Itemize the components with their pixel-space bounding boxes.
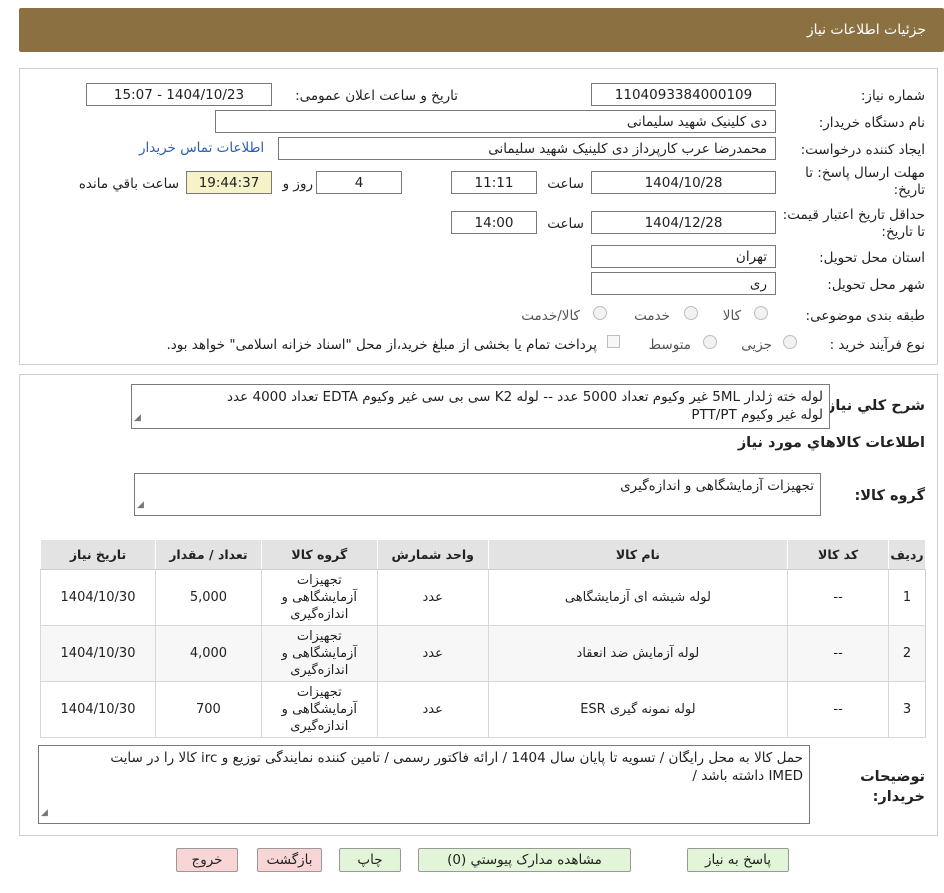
notes-line-1: حمل کالا به محل رایگان / تسویه تا پایان …	[110, 750, 803, 766]
days-field: 4	[316, 171, 402, 194]
resize-grip-icon[interactable]: ◢	[41, 804, 48, 822]
cell-group: تجهیزات آزمایشگاهی و اندازه‌گیری	[260, 569, 378, 626]
col-unit: واحد شمارش	[376, 539, 489, 570]
process-medium-label: متوسط	[648, 337, 691, 353]
resize-grip-icon[interactable]: ◢	[134, 409, 141, 427]
cell-group: تجهیزات آزمایشگاهی و اندازه‌گیری	[260, 625, 378, 682]
cell-qty: 4,000	[155, 625, 262, 682]
category-label: طبقه بندی موضوعی:	[805, 308, 925, 324]
category-goods-label: کالا	[722, 308, 741, 324]
buyer-notes-label: توضیحات خریدار:	[860, 769, 925, 805]
remaining-label: ساعت باقي مانده	[78, 176, 179, 192]
creator-field: محمدرضا عرب کارپرداز دی کلینیک شهید سلیم…	[278, 137, 776, 160]
buyer-org-label: نام دستگاه خریدار:	[818, 115, 925, 131]
validity-time-label: ساعت	[547, 216, 584, 232]
table-row: 3 -- لوله نمونه گیری ESR عدد تجهیزات آزما…	[40, 681, 926, 738]
process-medium-radio[interactable]	[703, 335, 717, 349]
cell-qty: 5,000	[155, 569, 262, 626]
table-header-row: ردیف کد کالا نام کالا واحد شمارش گروه کا…	[40, 539, 926, 570]
resize-grip-icon[interactable]: ◢	[137, 496, 144, 514]
category-service-label: خدمت	[634, 308, 670, 324]
goods-section-title: اطلاعات کالاهاي مورد نياز	[737, 435, 925, 451]
print-button[interactable]: چاپ	[339, 848, 401, 872]
col-date: تاریخ نیاز	[40, 539, 156, 570]
cell-code: --	[787, 681, 889, 738]
table-row: 2 -- لوله آزمایش ضد انعقاد عدد تجهیزات آز…	[40, 625, 926, 682]
table-row: 1 -- لوله شیشه ای آزمایشگاهی عدد تجهیزات…	[40, 569, 926, 626]
cell-name: لوله نمونه گیری ESR	[487, 681, 788, 738]
goods-table: ردیف کد کالا نام کالا واحد شمارش گروه کا…	[40, 539, 926, 738]
view-attachments-button[interactable]: مشاهده مدارک پیوستي (0)	[418, 848, 631, 872]
deadline-date-field: 1404/10/28	[591, 171, 776, 194]
page-header: جزئیات اطلاعات نیاز	[19, 8, 944, 52]
cell-code: --	[787, 569, 889, 626]
cell-unit: عدد	[376, 681, 489, 738]
city-label: شهر محل تحویل:	[827, 277, 925, 293]
notes-line-2: IMED داشته باشد /	[692, 768, 803, 784]
cell-row: 3	[888, 681, 926, 738]
category-both-label: کالا/خدمت	[521, 308, 580, 324]
cell-name: لوله شیشه ای آزمایشگاهی	[487, 569, 788, 626]
cell-row: 2	[888, 625, 926, 682]
col-qty: تعداد / مقدار	[155, 539, 262, 570]
description-textarea[interactable]: لوله خته ژلدار 5ML غیر وکیوم تعداد 5000 …	[131, 384, 830, 429]
buyer-contact-link[interactable]: اطلاعات تماس خریدار	[139, 140, 264, 156]
cell-unit: عدد	[376, 625, 489, 682]
treasury-payment-checkbox[interactable]	[607, 335, 620, 348]
need-number-field: 1104093384000109	[591, 83, 776, 106]
description-label: شرح کلي نياز:	[821, 398, 925, 414]
goods-group-value: تجهیزات آزمایشگاهی و اندازه‌گیری	[620, 478, 814, 494]
cell-qty: 700	[155, 681, 262, 738]
category-both-radio[interactable]	[593, 306, 607, 320]
process-minor-label: جزیی	[741, 337, 772, 353]
cell-code: --	[787, 625, 889, 682]
city-field: ری	[591, 272, 776, 295]
cell-group: تجهیزات آزمایشگاهی و اندازه‌گیری	[260, 681, 378, 738]
cell-unit: عدد	[376, 569, 489, 626]
process-label: نوع فرآیند خرید :	[829, 337, 925, 353]
cell-date: 1404/10/30	[40, 625, 156, 682]
deadline-time-label: ساعت	[547, 176, 584, 192]
creator-label: ایجاد کننده درخواست:	[800, 142, 925, 158]
province-label: استان محل تحویل:	[819, 250, 925, 266]
category-service-radio[interactable]	[684, 306, 698, 320]
days-label: روز و	[282, 176, 313, 192]
cell-name: لوله آزمایش ضد انعقاد	[487, 625, 788, 682]
cell-date: 1404/10/30	[40, 569, 156, 626]
remaining-time-field: 19:44:37	[186, 171, 272, 194]
buyer-org-field: دی کلینیک شهید سلیمانی	[215, 110, 776, 133]
exit-button[interactable]: خروج	[176, 848, 238, 872]
goods-group-textarea[interactable]: تجهیزات آزمایشگاهی و اندازه‌گیری ◢	[134, 473, 821, 516]
back-button[interactable]: بازگشت	[257, 848, 322, 872]
description-line-1: لوله خته ژلدار 5ML غیر وکیوم تعداد 5000 …	[227, 389, 823, 405]
treasury-payment-note: پرداخت تمام یا بخشی از مبلغ خرید،از محل …	[166, 337, 597, 353]
reply-button[interactable]: پاسخ به نیاز	[687, 848, 789, 872]
validity-label: حداقل تاریخ اعتبار قیمت: تا تاریخ:	[782, 207, 925, 240]
province-field: تهران	[591, 245, 776, 268]
validity-date-field: 1404/12/28	[591, 211, 776, 234]
need-number-label: شماره نیاز:	[860, 88, 925, 104]
deadline-time-field: 11:11	[451, 171, 537, 194]
col-code: کد کالا	[787, 539, 890, 570]
announce-datetime-field: 1404/10/23 - 15:07	[86, 83, 272, 106]
category-goods-radio[interactable]	[754, 306, 768, 320]
description-line-2: لوله غیر وکیوم PTT/PT	[691, 407, 823, 423]
col-group: گروه کالا	[260, 539, 378, 570]
buyer-notes-textarea[interactable]: حمل کالا به محل رایگان / تسویه تا پایان …	[38, 745, 810, 824]
cell-date: 1404/10/30	[40, 681, 156, 738]
cell-row: 1	[888, 569, 926, 626]
col-row: ردیف	[888, 539, 926, 570]
validity-time-field: 14:00	[451, 211, 537, 234]
goods-group-label: گروه کالا:	[854, 488, 925, 504]
col-name: نام کالا	[487, 539, 789, 570]
page-title: جزئیات اطلاعات نیاز	[806, 22, 926, 38]
announce-label: تاریخ و ساعت اعلان عمومی:	[295, 88, 458, 104]
deadline-label: مهلت ارسال پاسخ: تا تاریخ:	[805, 165, 925, 198]
process-minor-radio[interactable]	[783, 335, 797, 349]
